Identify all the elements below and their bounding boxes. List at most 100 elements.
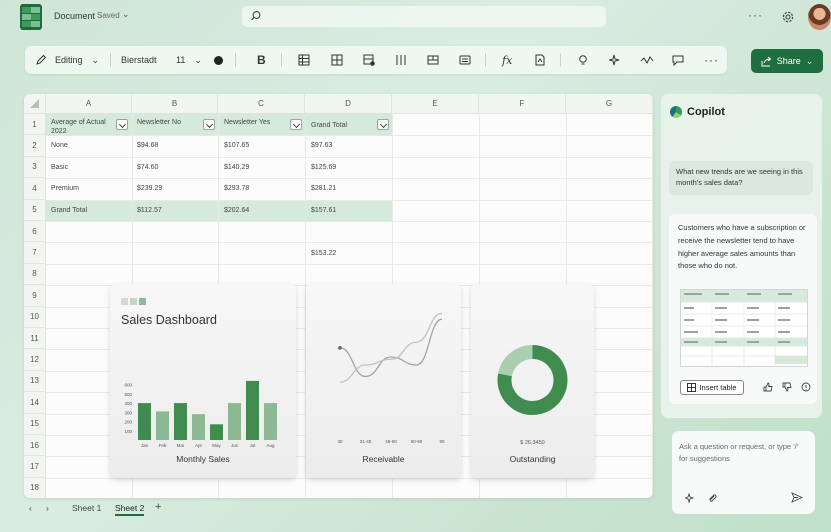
table-cell[interactable]: $74.60 <box>137 164 158 171</box>
sparkle-button[interactable] <box>609 46 621 74</box>
cell-styles-button[interactable] <box>459 46 471 74</box>
font-size-select[interactable]: 11 ⌄ <box>176 46 202 74</box>
filter-dropdown-icon[interactable] <box>290 119 302 130</box>
sparkline-button[interactable] <box>640 46 654 74</box>
table-cell[interactable]: $281.21 <box>311 185 336 192</box>
row-header-17[interactable]: 17 <box>24 456 46 478</box>
more-icon[interactable]: ··· <box>748 8 763 22</box>
row-header-10[interactable]: 10 <box>24 306 46 328</box>
select-all-corner[interactable] <box>24 94 46 114</box>
autosum-button[interactable] <box>534 46 546 74</box>
chevron-down-icon[interactable]: ⌄ <box>122 9 130 20</box>
avatar[interactable] <box>808 4 831 30</box>
row-header-16[interactable]: 16 <box>24 435 46 457</box>
row-header-2[interactable]: 2 <box>24 135 46 157</box>
table-cell[interactable]: $293.78 <box>224 185 249 192</box>
table-format-button[interactable] <box>298 46 310 74</box>
more-options-icon[interactable]: ··· <box>704 46 719 74</box>
row-header-6[interactable]: 6 <box>24 221 46 243</box>
column-header-c[interactable]: C <box>218 94 305 114</box>
pivot-header-cell[interactable]: Newsletter Yes <box>224 118 284 127</box>
column-header-f[interactable]: F <box>479 94 566 114</box>
function-button[interactable]: fx <box>502 46 512 74</box>
receivable-line-2 <box>339 312 443 383</box>
font-color-button[interactable] <box>214 46 223 74</box>
row-header-5[interactable]: 5 <box>24 199 46 221</box>
donut-slice-2 <box>498 345 534 377</box>
sparkle-icon[interactable] <box>685 493 695 503</box>
filter-dropdown-icon[interactable] <box>377 119 389 130</box>
column-header-a[interactable]: A <box>46 94 132 114</box>
table-preview[interactable] <box>680 289 808 367</box>
table-cell[interactable]: $94.68 <box>137 142 158 149</box>
row-header-13[interactable]: 13 <box>24 370 46 393</box>
document-title[interactable]: Document <box>54 11 95 21</box>
tab-sheet-2[interactable]: Sheet 2 <box>115 503 145 516</box>
table-cell[interactable]: $157.61 <box>311 207 336 214</box>
copilot-ask-input[interactable]: Ask a question or request, or type '/' f… <box>672 431 815 514</box>
monthly-sales-card[interactable]: Sales Dashboard 600 500 400 300 200 100 Jan Feb… <box>110 284 296 478</box>
table-cell[interactable]: $125.69 <box>311 164 336 171</box>
table-cell[interactable]: $107.65 <box>224 142 249 149</box>
excel-logo-icon[interactable] <box>20 4 42 30</box>
row-header-3[interactable]: 3 <box>24 156 46 179</box>
row-header-4[interactable]: 4 <box>24 178 46 200</box>
row-header-9[interactable]: 9 <box>24 285 46 307</box>
y-tick-label: 600 <box>124 383 132 388</box>
column-header-g[interactable]: G <box>566 94 653 114</box>
send-icon[interactable] <box>791 492 803 503</box>
copy-icon[interactable] <box>801 382 811 392</box>
table-cell[interactable]: $112.57 <box>137 207 162 214</box>
thumbs-up-icon[interactable] <box>763 382 773 392</box>
table-cell[interactable]: $153.22 <box>311 250 336 257</box>
row-header-14[interactable]: 14 <box>24 392 46 414</box>
row-header-7[interactable]: 7 <box>24 242 46 264</box>
editing-mode-button[interactable]: Editing ⌄ <box>35 46 99 74</box>
font-name-select[interactable]: Bierstadt <box>121 46 157 74</box>
column-header-d[interactable]: D <box>305 94 392 114</box>
filter-dropdown-icon[interactable] <box>116 119 128 130</box>
tab-sheet-1[interactable]: Sheet 1 <box>72 503 101 513</box>
ideas-button[interactable] <box>577 46 589 74</box>
insert-table-button[interactable]: Insert table <box>680 380 744 395</box>
outstanding-card[interactable]: $ 26,3450 Outstanding <box>471 284 594 478</box>
prev-sheet-icon[interactable]: ‹ <box>29 503 32 513</box>
row-header-18[interactable]: 18 <box>24 477 46 498</box>
bold-button[interactable]: B <box>257 46 266 74</box>
table-cell[interactable]: None <box>51 142 68 149</box>
row-header-12[interactable]: 12 <box>24 349 46 371</box>
columns-button[interactable] <box>395 46 407 74</box>
table-cell[interactable]: $239.29 <box>137 185 162 192</box>
column-header-e[interactable]: E <box>392 94 479 114</box>
filter-dropdown-icon[interactable] <box>203 119 215 130</box>
table-cell[interactable]: $97.63 <box>311 142 332 149</box>
search-input[interactable] <box>242 6 606 27</box>
table-cell[interactable]: $202.64 <box>224 207 249 214</box>
next-sheet-icon[interactable]: › <box>46 503 49 513</box>
thumbs-down-icon[interactable] <box>782 382 792 392</box>
pivot-header-cell[interactable]: Newsletter No <box>137 118 197 127</box>
merge-cells-button[interactable] <box>427 46 439 74</box>
comment-button[interactable] <box>672 46 684 74</box>
gridline <box>46 199 653 201</box>
row-header-15[interactable]: 15 <box>24 413 46 435</box>
add-rows-button[interactable] <box>363 46 375 74</box>
add-sheet-button[interactable]: + <box>155 501 161 513</box>
receivable-line-1 <box>339 318 443 378</box>
row-header-1[interactable]: 1 <box>24 114 46 136</box>
row-header-8[interactable]: 8 <box>24 263 46 286</box>
gear-icon[interactable] <box>781 10 795 24</box>
comment-icon <box>672 55 684 66</box>
column-header-b[interactable]: B <box>132 94 218 114</box>
pivot-header-cell[interactable]: Grand Total <box>311 122 347 129</box>
table-cell[interactable]: Premium <box>51 185 79 192</box>
table-cell[interactable]: $140.29 <box>224 164 249 171</box>
row-header-11[interactable]: 11 <box>24 328 46 350</box>
share-button[interactable]: Share ⌄ <box>751 49 823 73</box>
receivable-card[interactable]: 30 31-45 46-60 60-90 90 Receivable <box>306 284 461 478</box>
table-cell[interactable]: Grand Total <box>51 207 87 214</box>
attach-icon[interactable] <box>707 493 717 503</box>
table-cell[interactable]: Basic <box>51 164 68 171</box>
pivot-header-cell[interactable]: Average of Actual 2022 <box>51 118 113 136</box>
insert-table-button[interactable] <box>331 46 343 74</box>
